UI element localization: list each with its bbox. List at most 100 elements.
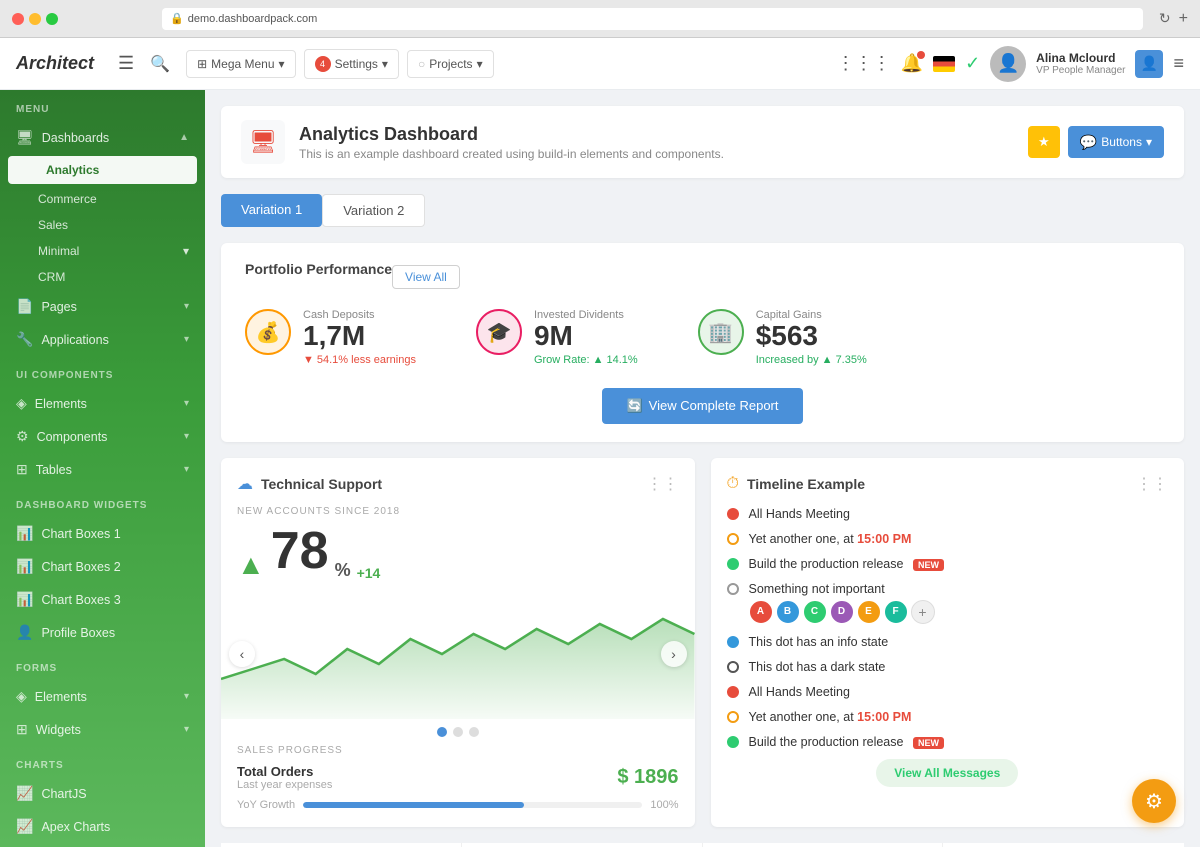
chart-boxes-3-icon: 📊 <box>16 591 33 608</box>
timeline-content-6: This dot has a dark state <box>749 659 1169 674</box>
timeline-text-4: Something not important <box>749 582 885 596</box>
view-complete-report-button[interactable]: 🔄 View Complete Report <box>602 388 802 424</box>
technical-support-header: ☁ Technical Support ⋮⋮ <box>237 474 679 494</box>
chart-nav-dot-3[interactable] <box>469 727 479 737</box>
mega-menu-label: Mega Menu <box>211 57 274 71</box>
status-check-icon[interactable]: ✓ <box>965 53 980 74</box>
sidebar-sub-item-sales[interactable]: Sales <box>0 212 205 238</box>
sidebar-item-chart-boxes-1[interactable]: 📊 Chart Boxes 1 <box>0 517 205 550</box>
sidebar-item-chart-boxes-3[interactable]: 📊 Chart Boxes 3 <box>0 583 205 616</box>
apps-grid-icon[interactable]: ⋮⋮⋮ <box>837 53 891 74</box>
chart-next-button[interactable]: › <box>661 641 687 667</box>
chart-nav-dot-2[interactable] <box>453 727 463 737</box>
sales-progress-label: SALES PROGRESS <box>237 745 679 756</box>
sidebar-item-chartjs[interactable]: 📈 ChartJS <box>0 777 205 810</box>
view-all-button[interactable]: View All <box>392 265 460 289</box>
search-icon[interactable]: 🔍 <box>150 54 170 74</box>
metric-cash-info: Cash Deposits 1,7M ▼ 54.1% less earnings <box>303 309 416 366</box>
main-content: 🖥 Analytics Dashboard This is an example… <box>205 90 1200 847</box>
chart-boxes-1-icon: 📊 <box>16 525 33 542</box>
chart-boxes-2-label: Chart Boxes 2 <box>41 560 120 574</box>
sidebar-item-dashboards[interactable]: 🖥 Dashboards ▲ <box>0 121 205 154</box>
sidebar-item-sparklines[interactable]: 📉 Chart Sparklines <box>0 843 205 847</box>
portfolio-metrics: 💰 Cash Deposits 1,7M ▼ 54.1% less earnin… <box>245 309 1160 366</box>
chart-prev-button[interactable]: ‹ <box>229 641 255 667</box>
sidebar-sub-item-analytics[interactable]: Analytics <box>8 156 197 184</box>
settings-nav-item[interactable]: 4 Settings ▾ <box>304 49 399 79</box>
browser-dots <box>12 13 58 25</box>
timeline-content-8: Yet another one, at 15:00 PM <box>749 709 1169 724</box>
star-button[interactable]: ★ <box>1028 126 1060 158</box>
widget-menu-icon[interactable]: ⋮⋮ <box>647 474 679 494</box>
metric-invested-dividents: 🎓 Invested Dividents 9M Grow Rate: ▲ 14.… <box>476 309 638 366</box>
cash-deposits-icon: 💰 <box>245 309 291 355</box>
applications-icon: 🔧 <box>16 331 33 348</box>
sidebar-item-forms-elements[interactable]: ◈ Elements ▾ <box>0 680 205 713</box>
sidebar-item-applications[interactable]: 🔧 Applications ▾ <box>0 323 205 356</box>
minimal-chevron: ▾ <box>183 244 189 258</box>
timeline-dot-3 <box>727 558 739 570</box>
sidebar-item-components[interactable]: ⚙ Components ▾ <box>0 420 205 453</box>
user-info: Alina Mclourd VP People Manager <box>1036 51 1125 76</box>
sidebar-item-forms-widgets[interactable]: ⊞ Widgets ▾ <box>0 713 205 746</box>
timeline-dot-7 <box>727 686 739 698</box>
invested-value: 9M <box>534 321 638 352</box>
projects-nav-item[interactable]: ○ Projects ▾ <box>407 50 494 78</box>
chart-value-display: ▲ 78 % +14 <box>237 521 679 581</box>
floating-gear-button[interactable]: ⚙ <box>1132 779 1176 823</box>
apex-icon: 📈 <box>16 818 33 835</box>
url-bar[interactable]: 🔒 demo.dashboardpack.com <box>162 8 1143 30</box>
sidebar-item-tables[interactable]: ⊞ Tables ▾ <box>0 453 205 486</box>
sidebar-item-chart-boxes-2[interactable]: 📊 Chart Boxes 2 <box>0 550 205 583</box>
buttons-dropdown[interactable]: 💬 Buttons ▾ <box>1068 126 1164 158</box>
avatar-row: A B C D E F + <box>749 600 1169 624</box>
components-chevron-icon: ▾ <box>184 431 189 442</box>
bell-icon-container[interactable]: 🔔 <box>901 53 923 74</box>
chartjs-label: ChartJS <box>41 787 86 801</box>
tab-variation-2[interactable]: Variation 2 <box>322 194 425 227</box>
avatar[interactable]: 👤 <box>990 46 1026 82</box>
commerce-label: Commerce <box>38 192 97 206</box>
chart-change-value: +14 <box>357 565 381 581</box>
hamburger-icon[interactable]: ☰ <box>118 53 134 74</box>
forms-elements-icon: ◈ <box>16 688 27 705</box>
down-arrow-icon: ▼ <box>303 354 314 366</box>
close-dot[interactable] <box>12 13 24 25</box>
sidebar-sub-item-crm[interactable]: CRM <box>0 264 205 290</box>
metric-cash-deposits: 💰 Cash Deposits 1,7M ▼ 54.1% less earnin… <box>245 309 416 366</box>
sidebar-item-apex[interactable]: 📈 Apex Charts <box>0 810 205 843</box>
stat-card-1: $ 1283 sales income <box>462 843 703 847</box>
timeline-icon: ⏱ <box>727 475 739 493</box>
applications-chevron-icon: ▾ <box>184 334 189 345</box>
tab-variation-1[interactable]: Variation 1 <box>221 194 322 227</box>
maximize-dot[interactable] <box>46 13 58 25</box>
forms-widgets-icon: ⊞ <box>16 721 28 738</box>
sales-label: Sales <box>38 218 68 232</box>
sidebar-sub-item-minimal[interactable]: Minimal ▾ <box>0 238 205 264</box>
sidebar-sub-item-commerce[interactable]: Commerce <box>0 186 205 212</box>
up-arrow-icon: ▲ <box>593 354 604 366</box>
timeline-menu-icon[interactable]: ⋮⋮ <box>1136 474 1168 494</box>
settings-chevron: ▾ <box>382 57 388 71</box>
projects-chevron: ▾ <box>477 57 483 71</box>
chart-nav-dot-1[interactable] <box>437 727 447 737</box>
total-orders-value: $ 1896 <box>617 766 678 789</box>
topbar-menu-icon[interactable]: ≡ <box>1173 53 1184 74</box>
flag-icon[interactable] <box>933 56 955 72</box>
user-settings-button[interactable]: 👤 <box>1135 50 1163 78</box>
page-header-text: Analytics Dashboard This is an example d… <box>299 124 724 161</box>
new-tab-button[interactable]: + <box>1179 10 1188 28</box>
timeline-text-1: All Hands Meeting <box>749 507 850 521</box>
mega-menu-nav-item[interactable]: ⊞ Mega Menu ▾ <box>186 50 295 78</box>
reload-button[interactable]: ↻ <box>1159 10 1171 27</box>
stats-row: $ 874 sales last month $ 1283 sales inco… <box>221 843 1184 847</box>
view-all-messages-button[interactable]: View All Messages <box>876 759 1018 787</box>
sidebar-item-pages[interactable]: 📄 Pages ▾ <box>0 290 205 323</box>
sidebar-item-elements[interactable]: ◈ Elements ▾ <box>0 387 205 420</box>
timeline-text-8: Yet another one, at 15:00 PM <box>749 710 912 724</box>
sidebar-item-profile-boxes[interactable]: 👤 Profile Boxes <box>0 616 205 649</box>
check-circle-icon: ○ <box>418 57 425 71</box>
timeline-item-8: Yet another one, at 15:00 PM <box>727 709 1169 724</box>
timeline-time-8: 15:00 PM <box>857 710 911 724</box>
minimize-dot[interactable] <box>29 13 41 25</box>
